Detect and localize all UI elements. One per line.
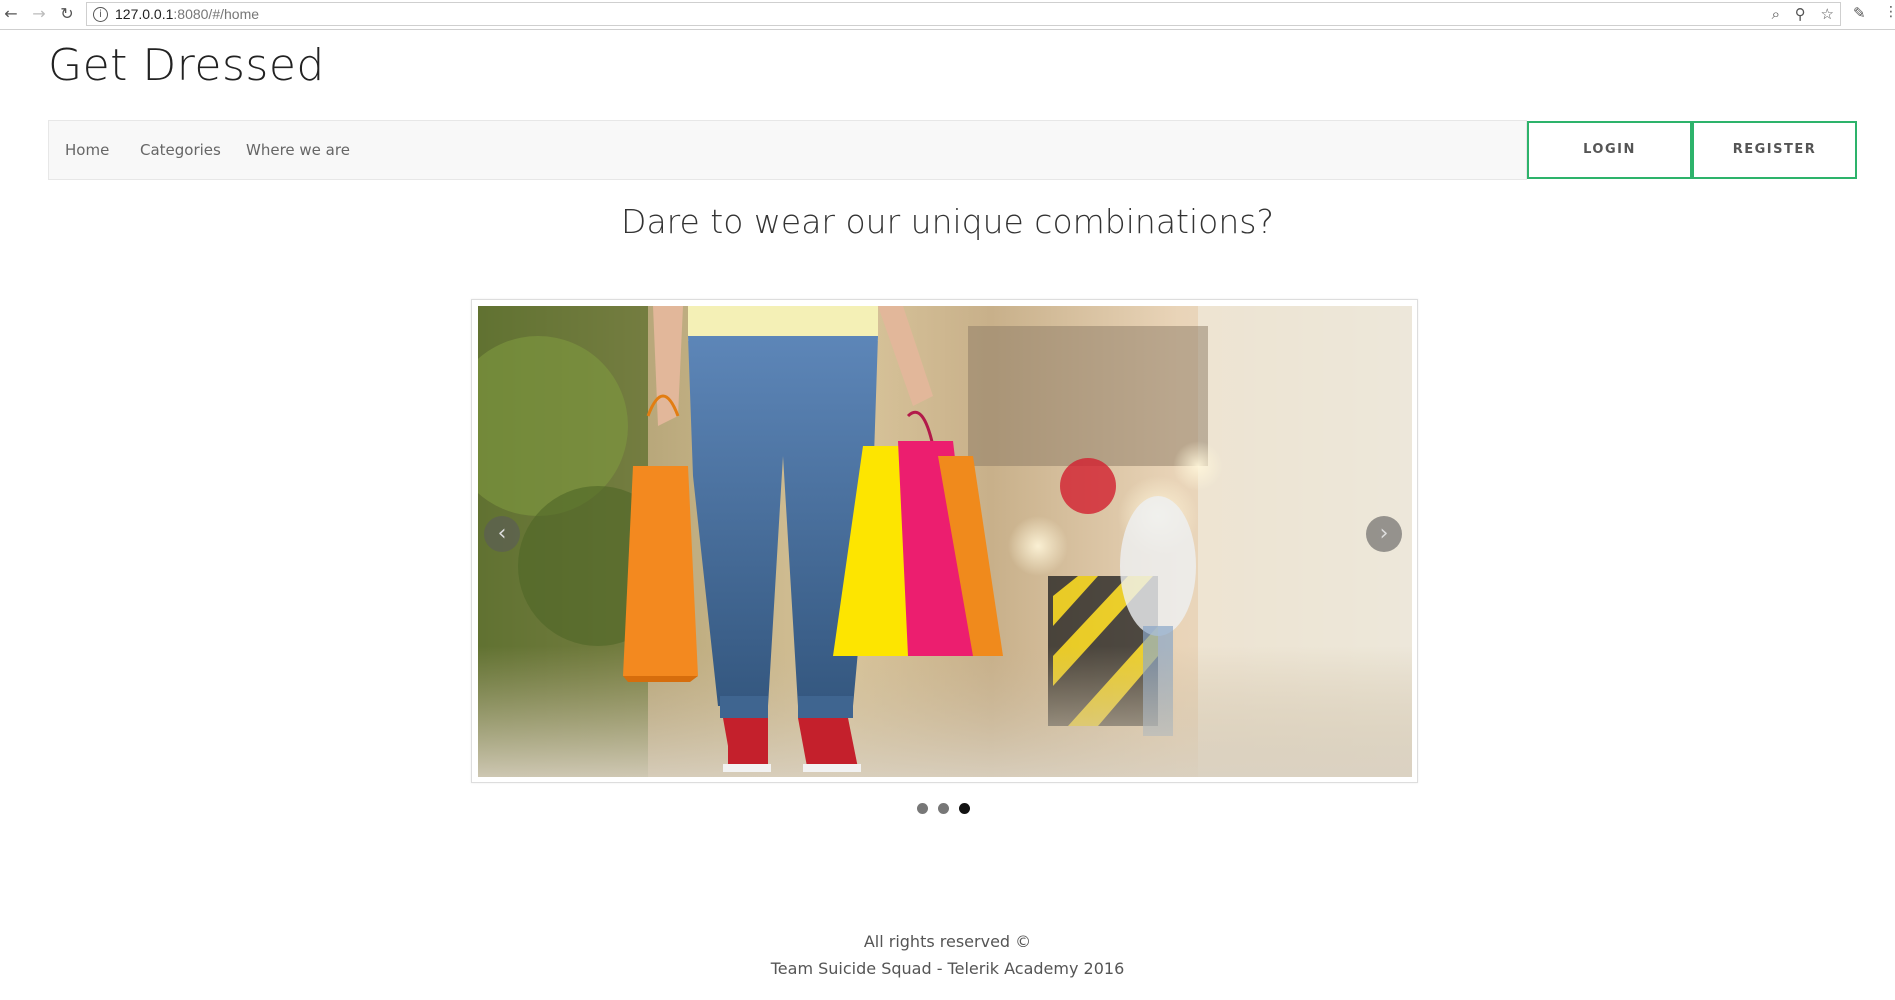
carousel-slide-image: [478, 306, 1412, 777]
nav-where-we-are-link[interactable]: Where we are: [246, 141, 350, 159]
extension-icon[interactable]: ✎: [1853, 4, 1866, 22]
carousel-prev-arrow[interactable]: ‹: [484, 516, 520, 552]
bookmark-star-icon[interactable]: ☆: [1821, 5, 1834, 23]
browser-toolbar: ← → ↻ i 127.0.0.1:8080/#/home ⌕ ⚲ ☆ ✎ ⋮: [0, 0, 1895, 30]
carousel-indicators: [917, 799, 980, 818]
address-bar[interactable]: i 127.0.0.1:8080/#/home ⌕ ⚲ ☆: [86, 2, 1841, 26]
carousel-indicator-1[interactable]: [917, 803, 928, 814]
page-footer: All rights reserved © Team Suicide Squad…: [0, 928, 1895, 982]
nav-home-link[interactable]: Home: [65, 141, 109, 159]
image-carousel: ‹ ›: [471, 299, 1418, 783]
shopping-bags-photo: [478, 306, 1412, 777]
carousel-indicator-2[interactable]: [938, 803, 949, 814]
site-title[interactable]: Get Dressed: [48, 40, 325, 91]
main-navbar: Home Categories Where we are: [48, 120, 1527, 180]
footer-copyright: All rights reserved ©: [863, 932, 1032, 951]
carousel-next-arrow[interactable]: ›: [1366, 516, 1402, 552]
pin-icon[interactable]: ⚲: [1795, 5, 1806, 23]
info-icon[interactable]: i: [93, 7, 108, 22]
back-icon[interactable]: ←: [0, 3, 22, 25]
login-button[interactable]: LOGIN: [1527, 121, 1692, 179]
zoom-icon[interactable]: ⌕: [1772, 5, 1780, 23]
reload-icon[interactable]: ↻: [56, 3, 78, 25]
forward-icon[interactable]: →: [28, 3, 50, 25]
url-text[interactable]: 127.0.0.1:8080/#/home: [115, 6, 259, 22]
menu-icon[interactable]: ⋮: [1884, 4, 1895, 20]
nav-categories-link[interactable]: Categories: [140, 141, 221, 159]
carousel-indicator-3[interactable]: [959, 803, 970, 814]
register-button[interactable]: REGISTER: [1692, 121, 1857, 179]
footer-credits: Team Suicide Squad - Telerik Academy 201…: [770, 959, 1125, 978]
page-tagline: Dare to wear our unique combinations?: [621, 202, 1274, 241]
